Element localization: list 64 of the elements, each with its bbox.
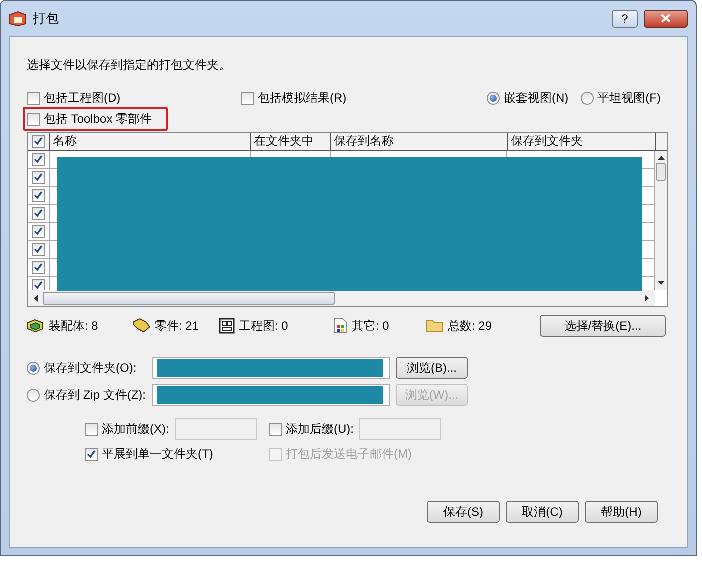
column-header[interactable]: 在文件夹中 xyxy=(251,133,331,150)
vertical-scrollbar[interactable] xyxy=(655,151,667,290)
option-label: 平展到单一文件夹(T) xyxy=(102,446,214,463)
window-title: 打包 xyxy=(33,10,60,28)
path-field[interactable] xyxy=(152,384,390,406)
option-label: 包括模拟结果(R) xyxy=(258,90,347,107)
radio-button[interactable] xyxy=(27,388,40,402)
checkbox[interactable] xyxy=(32,243,45,256)
column-header[interactable]: 名称 xyxy=(50,133,251,150)
close-icon xyxy=(661,14,671,23)
summary-count: 其它: 0 xyxy=(352,318,390,335)
drawing-icon xyxy=(219,318,235,334)
checkbox[interactable] xyxy=(27,112,40,126)
checkbox[interactable] xyxy=(241,92,254,104)
summary-count: 装配体: 8 xyxy=(49,318,98,335)
column-header[interactable]: 保存到文件夹 xyxy=(508,133,656,150)
checkbox[interactable] xyxy=(32,225,45,238)
view-mode-label: 平坦视图(F) xyxy=(598,90,661,107)
radio-button[interactable] xyxy=(580,92,594,104)
checkbox[interactable] xyxy=(32,207,45,220)
checkbox[interactable] xyxy=(32,135,45,148)
option-label: 包括 Toolbox 零部件 xyxy=(44,111,152,128)
checkbox[interactable] xyxy=(269,422,282,436)
summary-count: 零件: 21 xyxy=(155,318,200,335)
scroll-left-icon[interactable] xyxy=(33,294,39,302)
scroll-down-icon[interactable] xyxy=(658,280,664,286)
column-header[interactable]: 保存到名称 xyxy=(331,133,508,150)
summary-count: 总数: 29 xyxy=(448,318,492,335)
path-field[interactable] xyxy=(152,357,390,379)
checkbox[interactable] xyxy=(32,171,45,184)
checkbox[interactable] xyxy=(32,189,45,202)
checkbox[interactable] xyxy=(32,153,45,166)
package-icon xyxy=(9,10,27,26)
scroll-thumb[interactable] xyxy=(43,292,335,304)
radio-button[interactable] xyxy=(487,92,500,104)
dialog-button[interactable]: 保存(S) xyxy=(427,501,500,523)
scroll-thumb[interactable] xyxy=(656,163,666,181)
summary-count: 工程图: 0 xyxy=(239,318,288,335)
dialog-button[interactable]: 取消(C) xyxy=(506,501,579,523)
horizontal-scrollbar[interactable] xyxy=(28,290,655,306)
close-button[interactable] xyxy=(644,10,688,28)
checkbox[interactable] xyxy=(32,261,45,274)
option-label: 包括工程图(D) xyxy=(44,90,121,107)
save-target-label: 保存到文件夹(O): xyxy=(44,360,137,377)
view-mode-label: 嵌套视图(N) xyxy=(504,90,569,107)
checkbox[interactable] xyxy=(27,92,40,104)
instruction-text: 选择文件以保存到指定的打包文件夹。 xyxy=(27,57,232,74)
radio-button[interactable] xyxy=(27,362,40,374)
save-target-label: 保存到 Zip 文件(Z): xyxy=(44,387,146,404)
browse-button[interactable]: 浏览(B)... xyxy=(396,357,468,379)
folder-icon xyxy=(426,319,444,333)
affix-label: 添加前缀(X): xyxy=(102,421,170,438)
checkbox[interactable] xyxy=(85,448,98,460)
assembly-icon xyxy=(27,318,45,334)
affix-label: 添加后缀(U): xyxy=(286,421,354,438)
help-button[interactable]: ? xyxy=(612,10,638,28)
scroll-up-icon[interactable] xyxy=(658,155,664,161)
dialog-button[interactable]: 帮助(H) xyxy=(585,501,658,523)
checkbox[interactable] xyxy=(85,422,98,436)
part-icon xyxy=(133,318,151,334)
select-replace-button[interactable]: 选择/替换(E)... xyxy=(540,315,666,337)
scroll-right-icon[interactable] xyxy=(644,294,650,302)
option-label: 打包后发送电子邮件(M) xyxy=(286,446,412,463)
document-icon xyxy=(334,318,348,334)
